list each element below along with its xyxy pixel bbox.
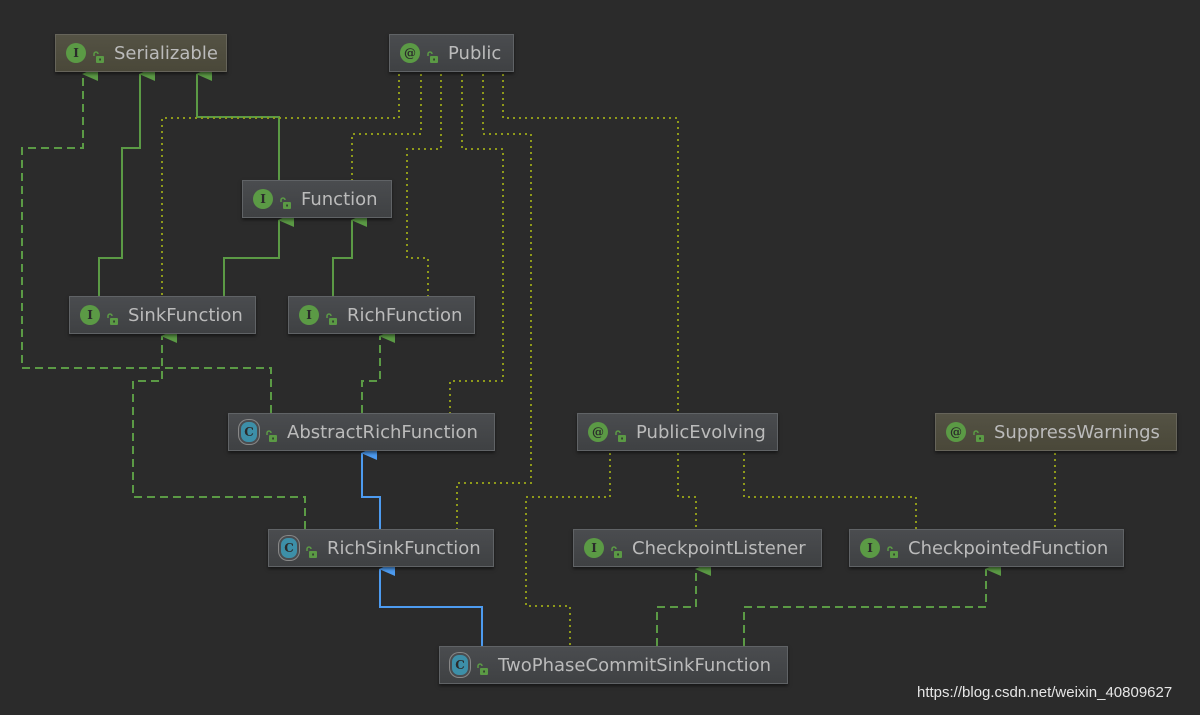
node-label: AbstractRichFunction — [287, 421, 478, 443]
node-label: CheckpointListener — [632, 537, 806, 559]
annotation-icon: @ — [946, 422, 966, 442]
edge-rich-extends-function — [332, 213, 367, 296]
edge-public-annotates-pe — [502, 74, 679, 413]
public-lock-icon — [426, 47, 438, 63]
abstract-class-icon: C — [452, 655, 468, 675]
public-lock-icon — [279, 193, 291, 209]
node-label: CheckpointedFunction — [908, 537, 1109, 559]
node-serializable[interactable]: I Serializable — [55, 34, 227, 72]
public-lock-icon — [476, 659, 488, 675]
interface-icon: I — [584, 538, 604, 558]
edge-public-annotates-function — [351, 74, 422, 180]
public-lock-icon — [614, 426, 626, 442]
edge-arf-implements-rich — [361, 329, 395, 413]
abstract-class-icon: C — [281, 538, 297, 558]
node-tpc[interactable]: C TwoPhaseCommitSinkFunction — [439, 646, 788, 684]
public-lock-icon — [886, 542, 898, 558]
public-lock-icon — [325, 309, 337, 325]
edge-function-extends-serializable — [196, 67, 280, 180]
node-function[interactable]: I Function — [242, 180, 392, 218]
public-lock-icon — [305, 542, 317, 558]
edge-tpc-implements-cf — [743, 562, 1001, 646]
edge-tpc-implements-cl — [656, 562, 711, 646]
public-lock-icon — [106, 309, 118, 325]
watermark: https://blog.csdn.net/weixin_40809627 — [917, 684, 1173, 701]
node-rich[interactable]: I RichFunction — [288, 296, 475, 334]
public-lock-icon — [92, 47, 104, 63]
interface-icon: I — [80, 305, 100, 325]
interface-icon: I — [299, 305, 319, 325]
node-public[interactable]: @ Public — [389, 34, 514, 72]
public-lock-icon — [265, 426, 277, 442]
node-label: TwoPhaseCommitSinkFunction — [498, 654, 772, 676]
node-label: SinkFunction — [128, 304, 243, 326]
edge-sink-extends-serializable — [98, 67, 155, 296]
abstract-class-icon: C — [241, 422, 257, 442]
edge-pe-annotates-cf — [743, 453, 917, 529]
edge-sink-extends-function — [223, 213, 294, 296]
node-pe[interactable]: @ PublicEvolving — [577, 413, 778, 451]
node-label: Public — [448, 42, 502, 64]
node-label: RichSinkFunction — [327, 537, 481, 559]
diagram-edges — [21, 67, 1056, 646]
public-lock-icon — [972, 426, 984, 442]
interface-icon: I — [253, 189, 273, 209]
node-sw[interactable]: @ SuppressWarnings — [935, 413, 1177, 451]
edge-pe-annotates-cl — [677, 453, 697, 529]
edge-public-annotates-arf — [449, 74, 504, 413]
edge-public-annotates-rich — [406, 74, 442, 296]
node-rsf[interactable]: C RichSinkFunction — [268, 529, 494, 567]
node-label: PublicEvolving — [636, 421, 766, 443]
annotation-icon: @ — [400, 43, 420, 63]
edge-arf-implements-serializable — [21, 67, 272, 413]
node-sink[interactable]: I SinkFunction — [69, 296, 256, 334]
node-label: Serializable — [114, 42, 218, 64]
public-lock-icon — [610, 542, 622, 558]
node-arf[interactable]: C AbstractRichFunction — [228, 413, 495, 451]
edge-rsf-extends-arf — [361, 446, 381, 529]
node-cl[interactable]: I CheckpointListener — [573, 529, 822, 567]
node-cf[interactable]: I CheckpointedFunction — [849, 529, 1124, 567]
node-label: SuppressWarnings — [994, 421, 1160, 443]
interface-icon: I — [66, 43, 86, 63]
node-label: Function — [301, 188, 378, 210]
interface-icon: I — [860, 538, 880, 558]
node-label: RichFunction — [347, 304, 463, 326]
annotation-icon: @ — [588, 422, 608, 442]
edge-tpc-extends-rsf — [379, 562, 483, 646]
